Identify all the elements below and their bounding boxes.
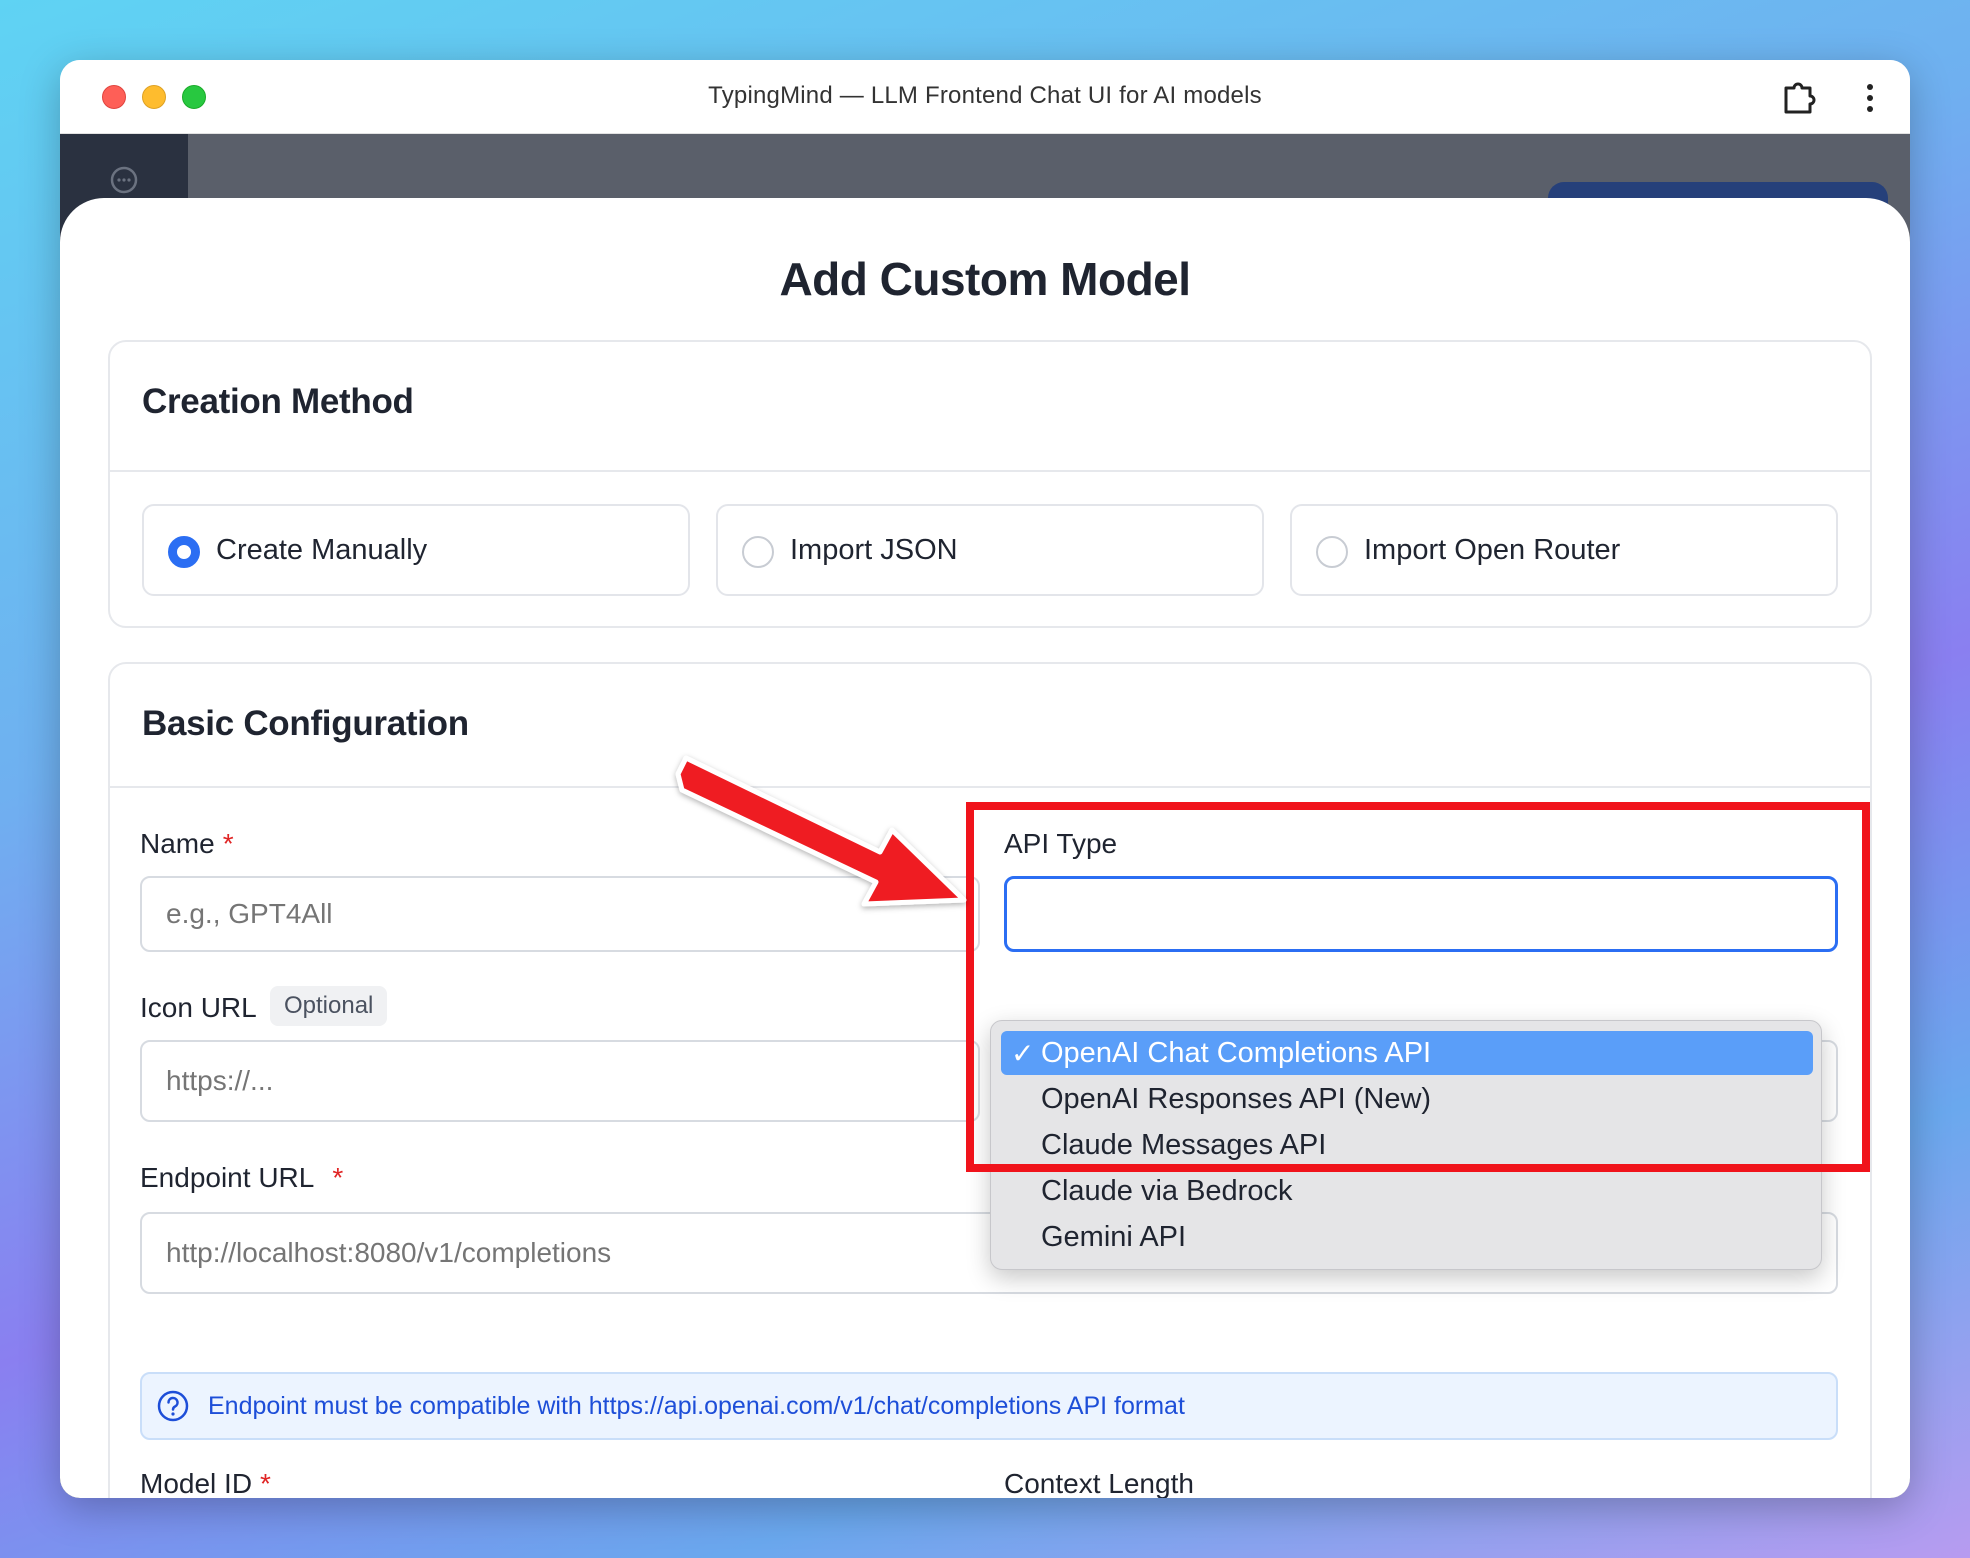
modal-title: Add Custom Model	[779, 253, 1191, 305]
basic-configuration-header: Basic Configuration	[110, 664, 1870, 788]
option-label: Create Manually	[216, 534, 428, 566]
name-label-text: Name	[140, 828, 215, 859]
api-type-option[interactable]: Gemini API	[1001, 1215, 1813, 1259]
api-type-select[interactable]	[1004, 876, 1838, 952]
radio-import-open-router[interactable]	[1316, 536, 1348, 568]
option-text: Gemini API	[1041, 1220, 1187, 1253]
required-mark: *	[260, 1468, 271, 1498]
endpoint-url-label-text: Endpoint URL	[140, 1162, 315, 1193]
model-id-label-text: Model ID	[140, 1468, 253, 1498]
model-id-label: Model ID *	[140, 1468, 271, 1498]
option-create-manually[interactable]: Create Manually	[142, 504, 690, 596]
option-text: OpenAI Chat Completions API	[1041, 1036, 1432, 1069]
api-type-option[interactable]: Claude via Bedrock	[1001, 1169, 1813, 1213]
api-type-dropdown: ✓ OpenAI Chat Completions API OpenAI Res…	[990, 1020, 1822, 1270]
creation-method-card: Creation Method Create Manually Import J…	[108, 340, 1872, 628]
api-type-option[interactable]: OpenAI Responses API (New)	[1001, 1077, 1813, 1121]
question-circle-icon	[157, 1390, 189, 1422]
option-text: Claude Messages API	[1041, 1128, 1327, 1161]
optional-badge: Optional	[270, 986, 388, 1026]
title-bar: TypingMind — LLM Frontend Chat UI for AI…	[60, 60, 1910, 134]
icon-url-label: Icon URL	[140, 992, 257, 1023]
endpoint-url-label: Endpoint URL *	[140, 1162, 343, 1194]
option-label: Import JSON	[790, 534, 958, 566]
radio-create-manually[interactable]	[168, 536, 200, 568]
name-label: Name *	[140, 828, 234, 860]
option-import-json[interactable]: Import JSON	[716, 504, 1264, 596]
context-length-label: Context Length	[1004, 1468, 1194, 1498]
required-mark: *	[332, 1162, 344, 1193]
window-title: TypingMind — LLM Frontend Chat UI for AI…	[708, 82, 1262, 109]
puzzle-piece-icon[interactable]	[1778, 78, 1818, 118]
option-text: OpenAI Responses API (New)	[1041, 1082, 1432, 1115]
icon-url-input[interactable]	[140, 1040, 980, 1122]
creation-method-title: Creation Method	[142, 382, 414, 421]
required-mark: *	[222, 828, 234, 859]
endpoint-info-box: Endpoint must be compatible with https:/…	[140, 1372, 1838, 1440]
option-text: Claude via Bedrock	[1041, 1174, 1293, 1207]
creation-method-header: Creation Method	[110, 342, 1870, 472]
radio-import-json[interactable]	[742, 536, 774, 568]
chat-bubble-icon[interactable]	[108, 164, 140, 196]
annotation-arrow-icon	[675, 755, 967, 907]
api-type-option[interactable]: Claude Messages API	[1001, 1123, 1813, 1167]
checkmark-icon: ✓	[1011, 1038, 1035, 1069]
api-type-option-selected[interactable]: ✓ OpenAI Chat Completions API	[1001, 1031, 1813, 1075]
option-label: Import Open Router	[1364, 534, 1621, 566]
api-type-label: API Type	[1004, 828, 1118, 859]
basic-configuration-title: Basic Configuration	[142, 704, 469, 743]
option-import-open-router[interactable]: Import Open Router	[1290, 504, 1838, 596]
endpoint-info-text: Endpoint must be compatible with https:/…	[208, 1392, 1185, 1420]
vertical-ellipsis-icon[interactable]	[1850, 78, 1890, 118]
